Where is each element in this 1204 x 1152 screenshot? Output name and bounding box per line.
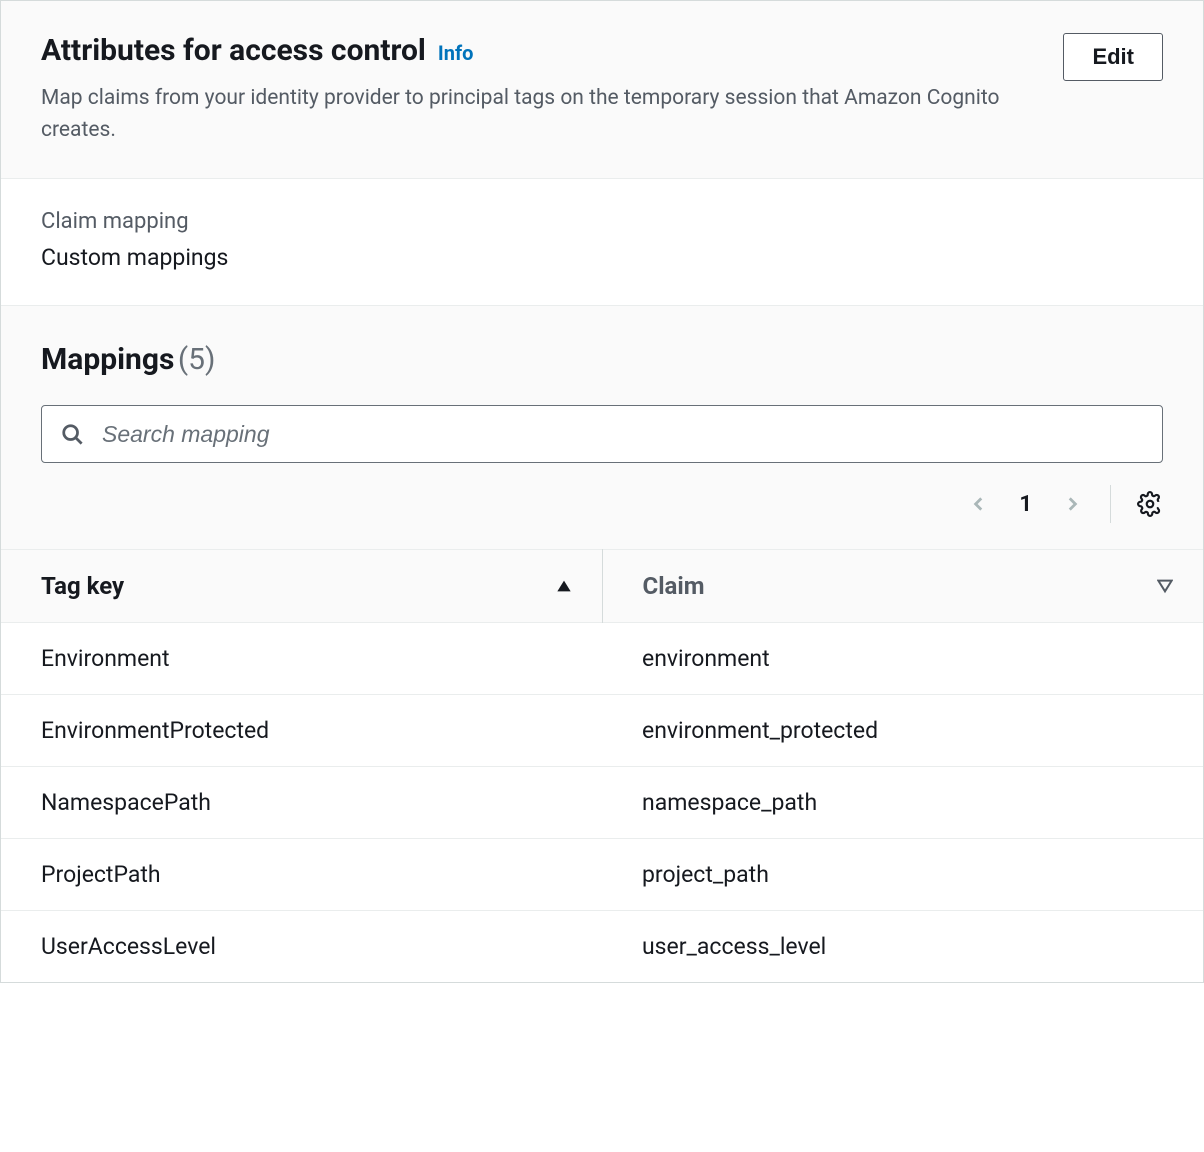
mappings-count: (5) [178,342,216,377]
claim-mapping-section: Claim mapping Custom mappings [1,179,1203,306]
header-left: Attributes for access control Info Map c… [41,33,1043,146]
table-header-row: Tag key Claim [1,550,1203,623]
table-row: ProjectPath project_path [1,839,1203,911]
mappings-title-row: Mappings (5) [41,342,1163,377]
sort-asc-icon [556,572,572,600]
column-header-claim[interactable]: Claim [602,550,1203,623]
chevron-left-icon [970,495,988,513]
table-row: EnvironmentProtected environment_protect… [1,695,1203,767]
mappings-title: Mappings [41,342,174,377]
header-description: Map claims from your identity provider t… [41,83,1021,146]
page-title: Attributes for access control [41,33,426,69]
column-header-tag-key[interactable]: Tag key [1,550,602,623]
table-row: Environment environment [1,623,1203,695]
cell-claim: project_path [602,839,1203,911]
next-page-button[interactable] [1060,492,1084,516]
column-header-claim-label: Claim [643,572,705,600]
divider [1110,485,1111,523]
pagination: 1 [41,485,1163,523]
prev-page-button[interactable] [967,492,991,516]
search-icon [61,423,83,445]
column-header-tag-key-label: Tag key [41,572,124,600]
cell-tag-key: Environment [1,623,602,695]
cell-tag-key: UserAccessLevel [1,911,602,983]
attributes-access-control-panel: Attributes for access control Info Map c… [0,0,1204,983]
table-row: UserAccessLevel user_access_level [1,911,1203,983]
table-row: NamespacePath namespace_path [1,767,1203,839]
cell-claim: environment [602,623,1203,695]
cell-claim: namespace_path [602,767,1203,839]
cell-tag-key: EnvironmentProtected [1,695,602,767]
gear-icon [1137,491,1163,517]
claim-mapping-label: Claim mapping [41,209,1163,234]
settings-button[interactable] [1137,491,1163,517]
sort-none-icon [1157,572,1173,600]
header-title-row: Attributes for access control Info [41,33,1043,69]
search-wrapper [41,405,1163,463]
cell-tag-key: ProjectPath [1,839,602,911]
panel-header: Attributes for access control Info Map c… [1,1,1203,179]
claim-mapping-value: Custom mappings [41,244,1163,271]
cell-claim: user_access_level [602,911,1203,983]
page-number: 1 [1013,492,1038,517]
search-input[interactable] [41,405,1163,463]
info-link[interactable]: Info [438,41,474,65]
chevron-right-icon [1063,495,1081,513]
mappings-table: Tag key Claim Environment environment [1,549,1203,982]
cell-tag-key: NamespacePath [1,767,602,839]
mappings-section: Mappings (5) 1 [1,306,1203,549]
cell-claim: environment_protected [602,695,1203,767]
edit-button[interactable]: Edit [1063,33,1163,81]
